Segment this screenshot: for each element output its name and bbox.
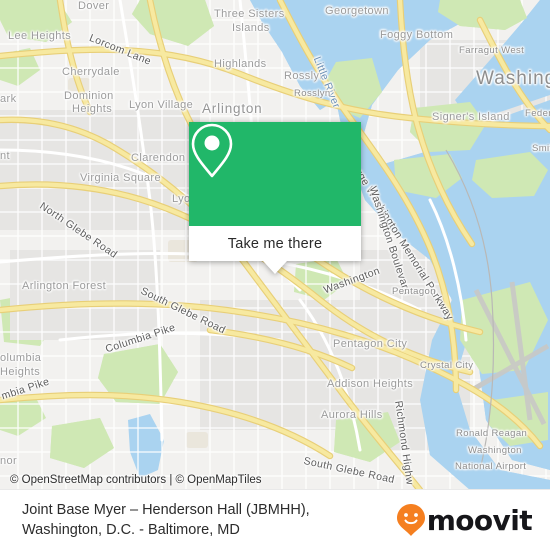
location-popup[interactable]: Take me there xyxy=(189,122,361,274)
moovit-wordmark: moovit xyxy=(426,503,533,537)
map-attribution: © OpenStreetMap contributors | © OpenMap… xyxy=(0,469,550,490)
map-canvas[interactable]: Dover Three Sisters Islands Georgetown Lee H… xyxy=(0,0,550,490)
map-screenshot: Dover Three Sisters Islands Georgetown Lee H… xyxy=(0,0,550,550)
map-pin-icon xyxy=(191,123,233,178)
moovit-logo[interactable]: moovit xyxy=(396,503,550,537)
moovit-pin-smiley-icon xyxy=(396,504,425,536)
popup-header xyxy=(189,122,361,226)
take-me-there-label: Take me there xyxy=(227,235,323,252)
attribution-text[interactable]: © OpenStreetMap contributors | © OpenMap… xyxy=(0,474,262,486)
footer-bar: Joint Base Myer – Henderson Hall (JBMHH)… xyxy=(0,490,550,550)
title-line-1: Joint Base Myer – Henderson Hall (JBMHH)… xyxy=(22,502,310,518)
popup-tail xyxy=(263,261,287,274)
popup-cta-row[interactable]: Take me there xyxy=(189,226,361,261)
title-line-2: Washington, D.C. - Baltimore, MD xyxy=(22,522,240,538)
page-title: Joint Base Myer – Henderson Hall (JBMHH)… xyxy=(0,500,310,540)
